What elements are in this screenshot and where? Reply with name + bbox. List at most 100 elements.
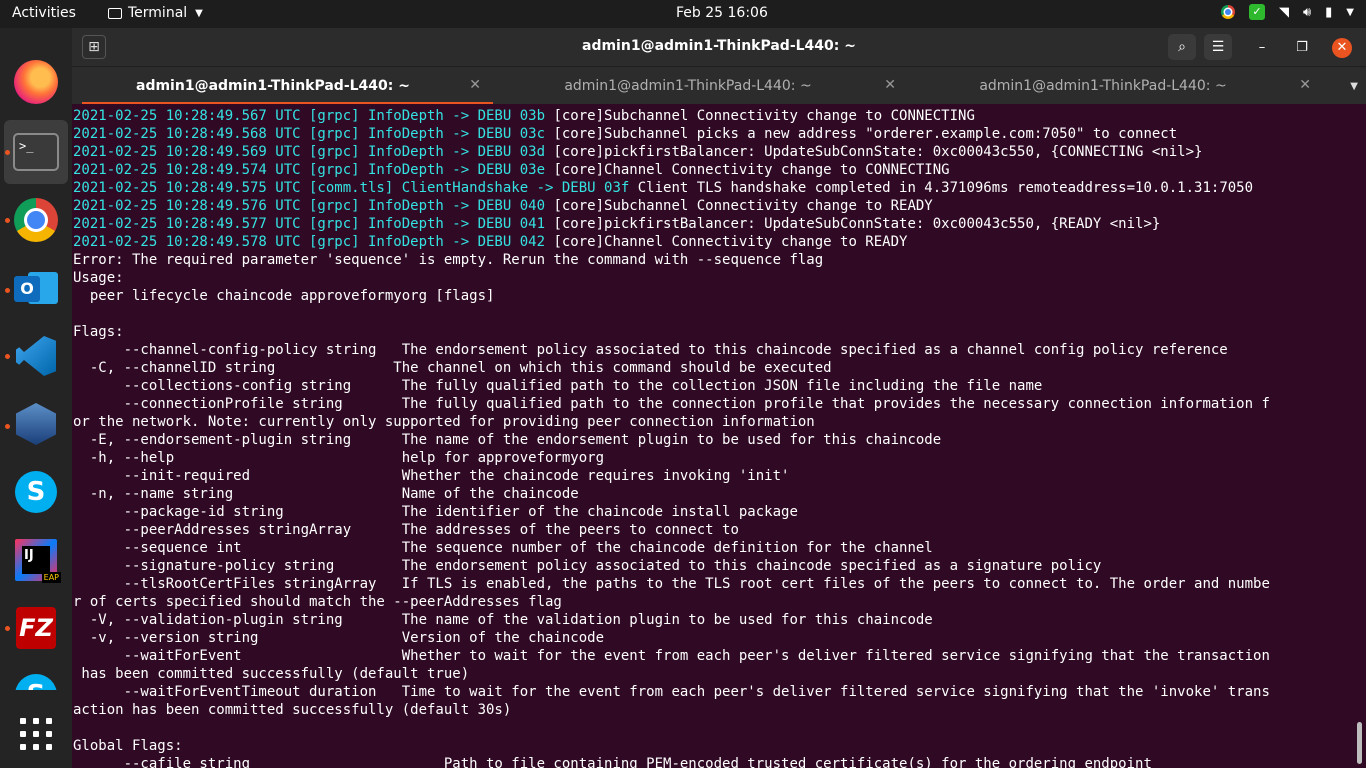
terminal-line: -h, --help help for approveformyorg — [73, 449, 1270, 467]
log-prefix: 2021-02-25 10:28:49.569 UTC [grpc] InfoD… — [73, 144, 554, 160]
wifi-icon[interactable]: ◥ — [1279, 5, 1289, 20]
terminal-line: 2021-02-25 10:28:49.569 UTC [grpc] InfoD… — [73, 143, 1270, 161]
line-text: peer lifecycle chaincode approveformyorg… — [73, 288, 495, 304]
tab-1[interactable]: admin1@admin1-ThinkPad-L440: ~ ✕ — [80, 67, 495, 105]
log-prefix: 2021-02-25 10:28:49.574 UTC [grpc] InfoD… — [73, 162, 554, 178]
line-text: [core]pickfirstBalancer: UpdateSubConnSt… — [553, 144, 1203, 160]
line-text: [core]Channel Connectivity change to REA… — [553, 234, 908, 250]
terminal-output[interactable]: 2021-02-25 10:28:49.567 UTC [grpc] InfoD… — [72, 104, 1366, 768]
tab-close-icon[interactable]: ✕ — [1299, 77, 1311, 93]
dock-skype[interactable]: S — [12, 468, 60, 516]
line-text: -v, --version string Version of the chai… — [73, 630, 605, 646]
window-header: ⊞ admin1@admin1-ThinkPad-L440: ~ ⌕ ☰ – ❐… — [72, 28, 1366, 66]
skype-icon: S — [15, 674, 57, 690]
line-text: --waitForEvent Whether to wait for the e… — [73, 648, 1270, 664]
running-indicator — [5, 218, 10, 223]
line-text: [core]Channel Connectivity change to CON… — [553, 162, 950, 178]
intellij-icon: IJ EAP — [15, 539, 61, 583]
line-text: --init-required Whether the chaincode re… — [73, 468, 790, 484]
system-menu-chevron-icon[interactable]: ▼ — [1346, 7, 1354, 18]
search-icon: ⌕ — [1178, 39, 1186, 55]
terminal-line: --waitForEventTimeout duration Time to w… — [73, 683, 1270, 701]
terminal-line: -V, --validation-plugin string The name … — [73, 611, 1270, 629]
terminal-line: --collections-config string The fully qu… — [73, 377, 1270, 395]
tab-close-icon[interactable]: ✕ — [469, 77, 481, 93]
shield-tray-icon[interactable]: ✓ — [1248, 4, 1265, 20]
line-text: -E, --endorsement-plugin string The name… — [73, 432, 942, 448]
terminal-line: 2021-02-25 10:28:49.578 UTC [grpc] InfoD… — [73, 233, 1270, 251]
terminal-line: -v, --version string Version of the chai… — [73, 629, 1270, 647]
dock-firefox[interactable] — [12, 58, 60, 106]
terminal-line: -E, --endorsement-plugin string The name… — [73, 431, 1270, 449]
dock-chrome[interactable] — [12, 196, 60, 244]
terminal-line: action has been committed successfully (… — [73, 701, 1270, 719]
dock-terminal[interactable]: >_ — [12, 128, 60, 176]
chrome-tray-icon[interactable] — [1220, 5, 1235, 19]
volume-icon[interactable]: 🔊︎ — [1303, 5, 1311, 20]
close-icon: ✕ — [1336, 40, 1348, 55]
terminal-lines: 2021-02-25 10:28:49.567 UTC [grpc] InfoD… — [73, 107, 1270, 768]
maximize-button[interactable]: ❐ — [1292, 38, 1312, 58]
chevron-down-icon: ▼ — [195, 7, 203, 19]
activities-button[interactable]: Activities — [12, 5, 76, 21]
terminal-line: 2021-02-25 10:28:49.575 UTC [comm.tls] C… — [73, 179, 1270, 197]
terminal-line: --channel-config-policy string The endor… — [73, 341, 1270, 359]
terminal-line: Usage: — [73, 269, 1270, 287]
outlook-icon: O — [14, 268, 58, 308]
terminal-line: Global Flags: — [73, 737, 1270, 755]
terminal-line: --connectionProfile string The fully qua… — [73, 395, 1270, 413]
dock-intellij[interactable]: IJ EAP — [12, 536, 61, 584]
tab-3[interactable]: admin1@admin1-ThinkPad-L440: ~ ✕ — [910, 67, 1325, 105]
line-text: [core]Subchannel picks a new address "or… — [553, 126, 1178, 142]
hamburger-menu-icon: ☰ — [1211, 39, 1225, 55]
line-text: -V, --validation-plugin string The name … — [73, 612, 933, 628]
log-prefix: 2021-02-25 10:28:49.578 UTC [grpc] InfoD… — [73, 234, 554, 250]
dock-virtualbox[interactable] — [12, 400, 60, 448]
line-text: action has been committed successfully (… — [73, 702, 512, 718]
clock[interactable]: Feb 25 16:06 — [676, 5, 768, 21]
line-text: -h, --help help for approveformyorg — [73, 450, 605, 466]
line-text: Flags: — [73, 324, 124, 340]
show-applications-button[interactable] — [12, 710, 60, 758]
terminal-icon: >_ — [13, 133, 59, 171]
dock-vscode[interactable] — [12, 332, 60, 380]
virtualbox-icon — [16, 403, 56, 445]
terminal-line: --signature-policy string The endorsemen… — [73, 557, 1270, 575]
tab-2[interactable]: admin1@admin1-ThinkPad-L440: ~ ✕ — [495, 67, 910, 105]
running-indicator — [5, 150, 10, 155]
log-prefix: 2021-02-25 10:28:49.568 UTC [grpc] InfoD… — [73, 126, 554, 142]
line-text: [core]Subchannel Connectivity change to … — [553, 198, 933, 214]
line-text: or the network. Note: currently only sup… — [73, 414, 815, 430]
dock-outlook[interactable]: O — [12, 264, 60, 312]
terminal-line: 2021-02-25 10:28:49.577 UTC [grpc] InfoD… — [73, 215, 1270, 233]
show-applications-icon — [20, 718, 52, 750]
menu-button[interactable]: ☰ — [1204, 34, 1232, 60]
app-menu-label: Terminal — [128, 5, 188, 21]
line-text: -C, --channelID string The channel on wh… — [73, 360, 832, 376]
scrollbar[interactable] — [1357, 722, 1362, 764]
battery-icon[interactable]: ▮ — [1325, 5, 1332, 20]
close-button[interactable]: ✕ — [1332, 38, 1352, 58]
line-text: --cafile string Path to file containing … — [73, 756, 1152, 768]
tab-list-chevron-icon[interactable]: ▼ — [1350, 81, 1358, 92]
app-menu-button[interactable]: Terminal ▼ — [108, 5, 203, 21]
terminal-line: Error: The required parameter 'sequence'… — [73, 251, 1270, 269]
vscode-icon — [16, 336, 56, 376]
minimize-button[interactable]: – — [1252, 38, 1272, 58]
terminal-line: --package-id string The identifier of th… — [73, 503, 1270, 521]
line-text: Error: The required parameter 'sequence'… — [73, 252, 824, 268]
dock-skype-partial[interactable]: S — [12, 668, 60, 690]
terminal-line: 2021-02-25 10:28:49.567 UTC [grpc] InfoD… — [73, 107, 1270, 125]
terminal-line: Flags: — [73, 323, 1270, 341]
line-text: --tlsRootCertFiles stringArray If TLS is… — [73, 576, 1270, 592]
dock-filezilla[interactable]: FZ — [12, 604, 60, 652]
search-button[interactable]: ⌕ — [1168, 34, 1196, 60]
line-text: Global Flags: — [73, 738, 183, 754]
terminal-line: --sequence int The sequence number of th… — [73, 539, 1270, 557]
line-text: r of certs specified should match the --… — [73, 594, 562, 610]
tab-close-icon[interactable]: ✕ — [884, 77, 896, 93]
terminal-line: 2021-02-25 10:28:49.568 UTC [grpc] InfoD… — [73, 125, 1270, 143]
line-text: --connectionProfile string The fully qua… — [73, 396, 1270, 412]
line-text: --collections-config string The fully qu… — [73, 378, 1043, 394]
maximize-icon: ❐ — [1296, 40, 1308, 55]
